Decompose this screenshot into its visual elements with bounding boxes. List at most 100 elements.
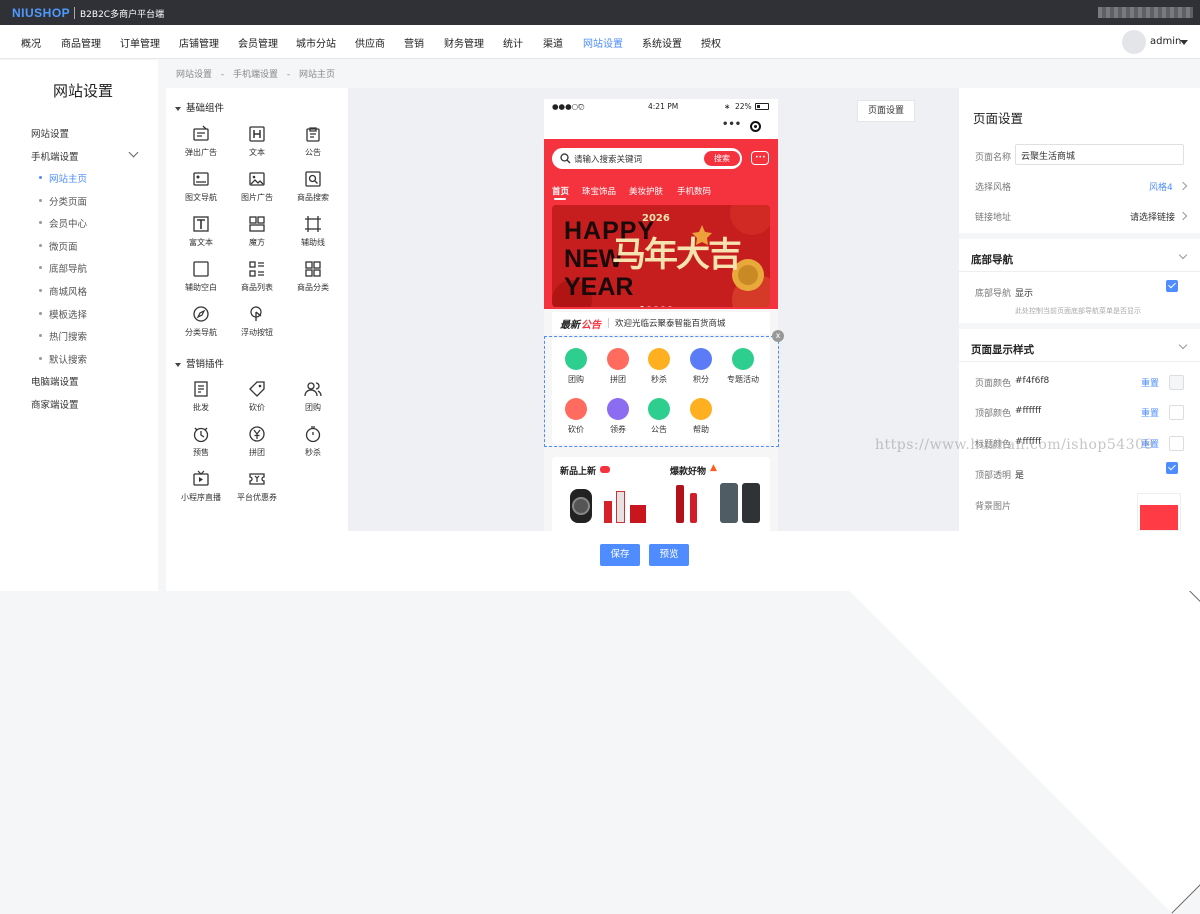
- top-color-swatch[interactable]: [1169, 405, 1184, 420]
- nav-goods[interactable]: 商品管理: [61, 35, 101, 50]
- goods-showcase[interactable]: 新品上新 爆款好物 ▲: [552, 457, 770, 531]
- category-tab-beauty[interactable]: 美妆护肤: [629, 185, 663, 197]
- component-blank[interactable]: 辅助空白: [173, 260, 229, 293]
- avatar[interactable]: [1122, 30, 1146, 54]
- page-name-input[interactable]: 云聚生活商城: [1015, 144, 1184, 165]
- sidebar-sub-default-search[interactable]: 默认搜索: [49, 352, 87, 366]
- group-marketing[interactable]: 营销插件: [175, 356, 224, 370]
- component-live[interactable]: 小程序直播: [173, 470, 229, 503]
- status-time: 4:21 PM: [648, 102, 679, 111]
- category-tab-digital[interactable]: 手机数码: [677, 185, 711, 197]
- link-value[interactable]: 请选择链接: [1130, 210, 1175, 223]
- component-group-buy[interactable]: 团购: [285, 380, 341, 413]
- sidebar-sub-member[interactable]: 会员中心: [49, 216, 87, 230]
- sidebar-item-site-settings[interactable]: 网站设置: [31, 126, 69, 140]
- sidebar-item-merchant-settings[interactable]: 商家端设置: [31, 397, 79, 411]
- category-tab-home[interactable]: 首页: [552, 185, 569, 197]
- reset-top-color-button[interactable]: 重置: [1141, 406, 1159, 419]
- user-name[interactable]: admin: [1150, 36, 1181, 47]
- sidebar-sub-style[interactable]: 商城风格: [49, 284, 87, 298]
- nav-overview[interactable]: 概况: [21, 35, 41, 50]
- component-text[interactable]: 文本: [229, 125, 285, 158]
- top-transparent-checkbox[interactable]: [1166, 462, 1178, 474]
- component-bargain[interactable]: 砍价: [229, 380, 285, 413]
- title-color-swatch[interactable]: [1169, 436, 1184, 451]
- nav-site-settings[interactable]: 网站设置: [583, 35, 623, 50]
- component-wholesale[interactable]: 批发: [173, 380, 229, 413]
- component-rich-text[interactable]: 富文本: [173, 215, 229, 248]
- component-popup-ad[interactable]: 弹出广告: [173, 125, 229, 158]
- sidebar-sub-micro[interactable]: 微页面: [49, 239, 78, 253]
- component-presale[interactable]: 预售: [173, 425, 229, 458]
- nav-license[interactable]: 授权: [701, 35, 721, 50]
- battery-text: 22%: [735, 102, 752, 111]
- component-label: 砍价: [249, 403, 265, 412]
- group-basic[interactable]: 基础组件: [175, 100, 224, 114]
- collapse-icon: [175, 362, 181, 367]
- banner-year-number: 2026: [642, 213, 670, 224]
- nav-members[interactable]: 会员管理: [238, 35, 278, 50]
- caret-down-icon[interactable]: [1180, 40, 1188, 45]
- nav-finance[interactable]: 财务管理: [444, 35, 484, 50]
- nav-channels[interactable]: 渠道: [543, 35, 563, 50]
- save-button[interactable]: 保存: [600, 544, 640, 566]
- component-image-ad[interactable]: 图片广告: [229, 170, 285, 203]
- notice-bar[interactable]: 最新 公告 欢迎光临云聚泰智能百货商城: [552, 312, 770, 334]
- component-goods-search[interactable]: 商品搜索: [285, 170, 341, 203]
- component-label: 辅助空白: [185, 283, 217, 292]
- nav-orders[interactable]: 订单管理: [120, 35, 160, 50]
- sidebar-item-pc-settings[interactable]: 电脑端设置: [31, 374, 79, 388]
- bg-image-picker[interactable]: [1137, 493, 1181, 531]
- sidebar-sub-category[interactable]: 分类页面: [49, 194, 87, 208]
- more-icon[interactable]: •••: [722, 119, 741, 130]
- sidebar-sub-template[interactable]: 模板选择: [49, 307, 87, 321]
- category-tab-jewelry[interactable]: 珠宝饰品: [582, 185, 616, 197]
- component-pintuan[interactable]: 拼团: [229, 425, 285, 458]
- logo[interactable]: NIUSHOP: [12, 6, 70, 20]
- component-guide-line[interactable]: 辅助线: [285, 215, 341, 248]
- component-seckill[interactable]: 秒杀: [285, 425, 341, 458]
- component-goods-category[interactable]: 商品分类: [285, 260, 341, 293]
- chevron-down-icon[interactable]: [1178, 340, 1188, 350]
- banner-image[interactable]: HAPPY NEW YEAR 马年大吉 2026: [552, 205, 770, 307]
- sidebar-sub-bottom-nav[interactable]: 底部导航: [49, 261, 87, 275]
- message-icon[interactable]: •••: [751, 151, 769, 165]
- component-platform-coupon[interactable]: 平台优惠券: [229, 470, 285, 503]
- display-section-title[interactable]: 页面显示样式: [971, 342, 1034, 357]
- close-icon[interactable]: x: [772, 330, 784, 342]
- page-settings-button[interactable]: 页面设置: [857, 100, 915, 122]
- nav-system-settings[interactable]: 系统设置: [642, 35, 682, 50]
- bottom-nav-checkbox[interactable]: [1166, 280, 1178, 292]
- component-notice[interactable]: 公告: [285, 125, 341, 158]
- sidebar-item-mobile-settings[interactable]: 手机端设置: [31, 149, 79, 163]
- sidebar-sub-home[interactable]: 网站主页: [49, 171, 87, 185]
- component-magic-cube[interactable]: 魔方: [229, 215, 285, 248]
- component-image-nav[interactable]: 图文导航: [173, 170, 229, 203]
- nav-city-sites[interactable]: 城市分站: [296, 35, 336, 50]
- breadcrumb-sep: -: [286, 70, 291, 80]
- component-goods-list[interactable]: 商品列表: [229, 260, 285, 293]
- preview-button[interactable]: 预览: [649, 544, 689, 566]
- reset-page-color-button[interactable]: 重置: [1141, 376, 1159, 389]
- nav-supplier[interactable]: 供应商: [355, 35, 385, 50]
- breadcrumb-item[interactable]: 手机端设置: [233, 70, 278, 80]
- bottom-nav-section-title[interactable]: 底部导航: [971, 252, 1013, 267]
- search-button[interactable]: 搜索: [704, 151, 740, 166]
- wechat-capsule-bar: •••: [544, 115, 778, 139]
- nav-shops[interactable]: 店铺管理: [179, 35, 219, 50]
- phone-search-bar[interactable]: 请输入搜索关键词 搜索: [552, 148, 742, 169]
- component-float-button[interactable]: 浮动按钮: [229, 305, 285, 338]
- wifi-icon: ⌔: [577, 102, 585, 111]
- component-category-nav[interactable]: 分类导航: [173, 305, 229, 338]
- capsule-close-icon[interactable]: [750, 121, 761, 132]
- component-label: 魔方: [249, 238, 265, 247]
- sidebar-sub-hot-search[interactable]: 热门搜索: [49, 329, 87, 343]
- page-color-swatch[interactable]: [1169, 375, 1184, 390]
- breadcrumb-item[interactable]: 网站设置: [176, 70, 212, 80]
- nav-marketing[interactable]: 营销: [404, 35, 424, 50]
- nav-stats[interactable]: 统计: [503, 35, 523, 50]
- selected-component-outline[interactable]: [544, 336, 779, 447]
- style-value[interactable]: 风格4: [1149, 180, 1173, 193]
- search-icon: [560, 153, 571, 164]
- chevron-down-icon[interactable]: [1178, 250, 1188, 260]
